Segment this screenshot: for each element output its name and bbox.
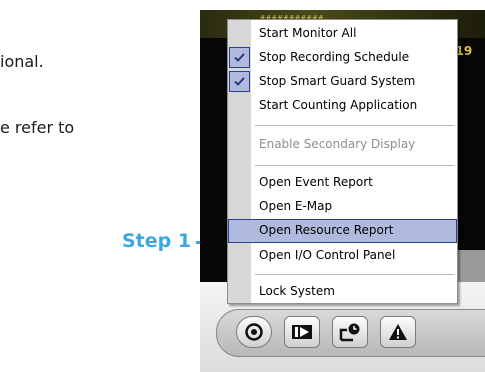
menu-item-lock-system[interactable]: Lock System: [228, 280, 457, 304]
checkmark-icon: [229, 47, 250, 68]
menu-item-open-io-control-panel[interactable]: Open I/O Control Panel: [228, 244, 457, 268]
alert-button[interactable]: [380, 316, 416, 348]
menu-item-label: Start Monitor All: [259, 26, 357, 40]
alert-icon: [389, 324, 407, 340]
doc-text-line-2: e refer to: [0, 118, 75, 137]
checkmark-icon: [229, 71, 250, 92]
menu-item-label: Lock System: [259, 284, 335, 298]
menu-item-stop-recording-schedule[interactable]: Stop Recording Schedule: [228, 46, 457, 70]
menu-item-label: Open E-Map: [259, 199, 333, 213]
menu-separator: [255, 125, 454, 126]
menu-separator: [255, 274, 454, 275]
menu-item-label: Open Resource Report: [259, 223, 394, 237]
record-icon: [245, 323, 263, 341]
video-edge-panel: [455, 250, 485, 282]
menu-item-label: Open I/O Control Panel: [259, 248, 396, 262]
menu-item-open-event-report[interactable]: Open Event Report: [228, 171, 457, 195]
step-label: Step 1: [122, 230, 192, 252]
menu-item-label: Start Counting Application: [259, 98, 418, 112]
menu-item-label: Open Event Report: [259, 175, 373, 189]
menu-item-enable-secondary-display: Enable Secondary Display: [228, 133, 457, 157]
playback-icon: [292, 325, 312, 339]
record-button[interactable]: [236, 316, 272, 348]
menu-item-open-e-map[interactable]: Open E-Map: [228, 195, 457, 219]
schedule-icon: [339, 323, 360, 342]
doc-text-line-1: ional.: [0, 52, 44, 71]
menu-item-open-resource-report[interactable]: Open Resource Report: [228, 219, 457, 243]
schedule-button[interactable]: [332, 316, 368, 348]
playback-button[interactable]: [284, 316, 320, 348]
menu-separator: [255, 165, 454, 166]
context-menu: Start Monitor All Stop Recording Schedul…: [227, 19, 458, 304]
menu-item-stop-smart-guard-system[interactable]: Stop Smart Guard System: [228, 70, 457, 94]
menu-item-label: Stop Recording Schedule: [259, 50, 410, 64]
menu-item-start-counting-application[interactable]: Start Counting Application: [228, 94, 457, 118]
menu-item-label: Enable Secondary Display: [259, 137, 416, 151]
menu-item-label: Stop Smart Guard System: [259, 74, 416, 88]
menu-item-start-monitor-all[interactable]: Start Monitor All: [228, 22, 457, 46]
